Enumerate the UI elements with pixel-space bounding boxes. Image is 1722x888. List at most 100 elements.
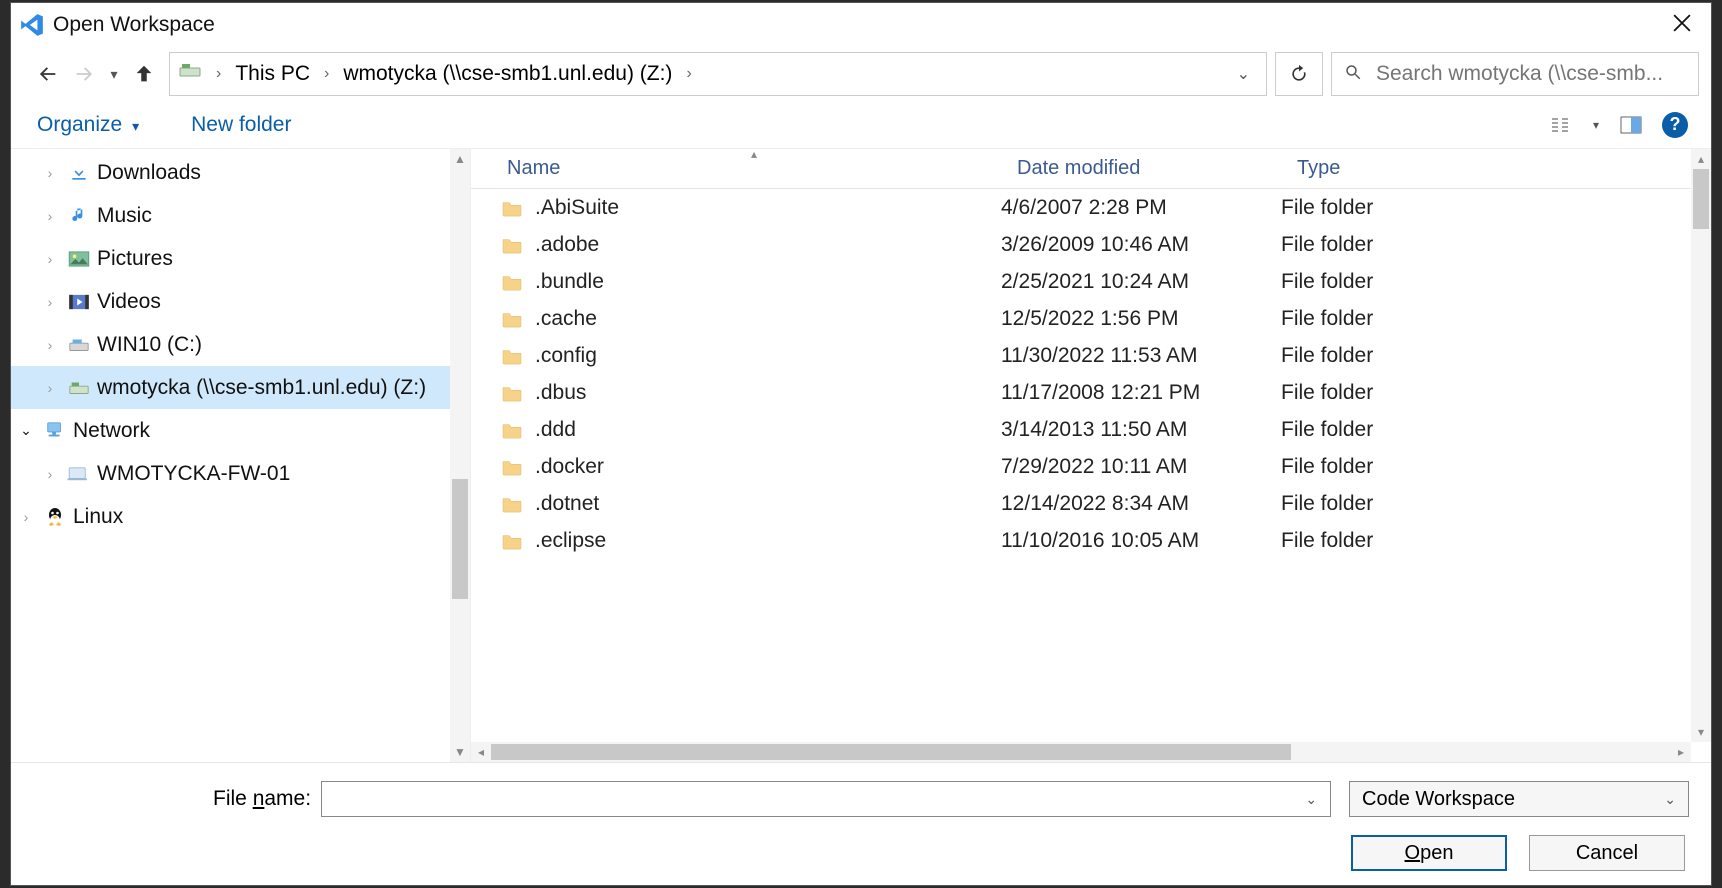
file-row[interactable]: .dotnet12/14/2022 8:34 AMFile folder xyxy=(471,485,1711,522)
file-name: .eclipse xyxy=(535,529,606,553)
file-date: 7/29/2022 10:11 AM xyxy=(1001,455,1281,479)
tree-item-label: Music xyxy=(97,204,152,228)
scroll-right-icon[interactable]: ▸ xyxy=(1671,742,1691,762)
expand-chevron-icon[interactable]: › xyxy=(39,251,61,267)
breadcrumb-chevron-icon[interactable]: › xyxy=(318,61,335,87)
file-type: File folder xyxy=(1281,270,1711,294)
scroll-thumb[interactable] xyxy=(452,479,468,599)
folder-icon xyxy=(501,347,523,365)
scroll-left-icon[interactable]: ◂ xyxy=(471,742,491,762)
scroll-up-icon[interactable]: ▲ xyxy=(450,149,470,169)
file-name: .ddd xyxy=(535,418,576,442)
tree-item-music[interactable]: › Music xyxy=(11,194,470,237)
expand-chevron-icon[interactable]: › xyxy=(39,165,61,181)
preview-pane-button[interactable] xyxy=(1613,107,1649,143)
file-hscrollbar[interactable]: ◂ ▸ xyxy=(471,742,1691,762)
file-row[interactable]: .docker7/29/2022 10:11 AMFile folder xyxy=(471,448,1711,485)
tree-item-videos[interactable]: › Videos xyxy=(11,280,470,323)
file-type: File folder xyxy=(1281,455,1711,479)
search-input[interactable] xyxy=(1376,62,1686,86)
tree-item-label: Downloads xyxy=(97,161,201,185)
filename-input[interactable] xyxy=(330,788,1300,811)
scroll-thumb[interactable] xyxy=(491,744,1291,760)
column-name[interactable]: Name xyxy=(491,157,1001,180)
open-button[interactable]: Open xyxy=(1351,835,1507,871)
breadcrumb-drive[interactable]: wmotycka (\\cse-smb1.unl.edu) (Z:) xyxy=(335,58,680,90)
expand-chevron-icon[interactable]: › xyxy=(39,380,61,396)
downloads-icon xyxy=(65,163,93,183)
scroll-up-icon[interactable]: ▴ xyxy=(1691,149,1711,169)
tree-item-win10-c[interactable]: ›WIN10 (C:) xyxy=(11,323,470,366)
dialog-footer: File name: ⌄ Code Workspace ⌄ Open Cance… xyxy=(11,762,1711,885)
recent-dropdown[interactable]: ▾ xyxy=(103,57,125,91)
expand-chevron-icon[interactable]: › xyxy=(39,208,61,224)
cancel-button[interactable]: Cancel xyxy=(1529,835,1685,871)
file-type: File folder xyxy=(1281,344,1711,368)
tree-item-wmotycka-cse-smb1-unl-edu-z[interactable]: ›wmotycka (\\cse-smb1.unl.edu) (Z:) xyxy=(11,366,470,409)
scroll-down-icon[interactable]: ▾ xyxy=(1691,722,1711,742)
view-dropdown[interactable]: ▾ xyxy=(1587,107,1605,143)
search-box[interactable] xyxy=(1331,52,1699,96)
file-type: File folder xyxy=(1281,381,1711,405)
tree-item-pictures[interactable]: ›Pictures xyxy=(11,237,470,280)
open-workspace-dialog: Open Workspace ▾ › This PC › wmotycka (\… xyxy=(10,2,1712,886)
tree-item-downloads[interactable]: › Downloads xyxy=(11,151,470,194)
help-button[interactable]: ? xyxy=(1657,107,1693,143)
organize-menu[interactable]: Organize ▾ xyxy=(29,107,147,143)
tree-item-label: Videos xyxy=(97,290,161,314)
column-headers: ▴ Name Date modified Type xyxy=(471,149,1711,189)
expand-chevron-icon[interactable]: › xyxy=(39,294,61,310)
folder-icon xyxy=(501,421,523,439)
tree-item-network[interactable]: ⌄ Network xyxy=(11,409,470,452)
column-type[interactable]: Type xyxy=(1281,157,1711,180)
breadcrumb-this-pc[interactable]: This PC xyxy=(227,58,318,90)
file-type: File folder xyxy=(1281,307,1711,331)
sort-indicator-icon: ▴ xyxy=(751,149,757,161)
expand-chevron-icon[interactable]: › xyxy=(15,509,37,525)
expand-chevron-icon[interactable]: › xyxy=(39,337,61,353)
close-button[interactable] xyxy=(1661,6,1703,44)
folder-icon xyxy=(501,199,523,217)
breadcrumb-chevron-icon[interactable]: › xyxy=(680,61,697,87)
expand-chevron-icon[interactable]: ⌄ xyxy=(15,422,37,439)
filename-combobox[interactable]: ⌄ xyxy=(321,781,1331,817)
folder-icon xyxy=(501,273,523,291)
refresh-button[interactable] xyxy=(1275,52,1323,96)
folder-icon xyxy=(501,236,523,254)
filename-label: File name: xyxy=(213,787,311,811)
filename-history-dropdown[interactable]: ⌄ xyxy=(1300,791,1322,808)
tree-item-wmotycka-fw-01[interactable]: ›WMOTYCKA-FW-01 xyxy=(11,452,470,495)
file-vscrollbar[interactable]: ▴ ▾ xyxy=(1691,149,1711,742)
scroll-thumb[interactable] xyxy=(1693,169,1709,229)
file-type-filter[interactable]: Code Workspace ⌄ xyxy=(1349,781,1689,817)
file-row[interactable]: .adobe3/26/2009 10:46 AMFile folder xyxy=(471,226,1711,263)
file-list-pane: ▴ Name Date modified Type .AbiSuite4/6/2… xyxy=(471,149,1711,762)
navigation-bar: ▾ › This PC › wmotycka (\\cse-smb1.unl.e… xyxy=(11,47,1711,101)
organize-label: Organize xyxy=(37,113,122,136)
tree-item-label: Network xyxy=(73,419,150,443)
file-date: 12/14/2022 8:34 AM xyxy=(1001,492,1281,516)
tree-item-linux[interactable]: ›Linux xyxy=(11,495,470,538)
sidebar-scrollbar[interactable]: ▲ ▼ xyxy=(450,149,470,762)
back-button[interactable] xyxy=(31,57,65,91)
address-dropdown[interactable]: ⌄ xyxy=(1225,60,1262,88)
new-folder-button[interactable]: New folder xyxy=(183,107,299,143)
file-row[interactable]: .cache12/5/2022 1:56 PMFile folder xyxy=(471,300,1711,337)
expand-chevron-icon[interactable]: › xyxy=(39,466,61,482)
file-row[interactable]: .config11/30/2022 11:53 AMFile folder xyxy=(471,337,1711,374)
forward-button[interactable] xyxy=(67,57,101,91)
music-icon xyxy=(65,205,93,227)
column-date-modified[interactable]: Date modified xyxy=(1001,157,1281,180)
address-bar[interactable]: › This PC › wmotycka (\\cse-smb1.unl.edu… xyxy=(169,52,1267,96)
scroll-down-icon[interactable]: ▼ xyxy=(450,742,470,762)
up-button[interactable] xyxy=(127,57,161,91)
file-row[interactable]: .eclipse11/10/2016 10:05 AMFile folder xyxy=(471,522,1711,559)
file-row[interactable]: .bundle2/25/2021 10:24 AMFile folder xyxy=(471,263,1711,300)
file-row[interactable]: .dbus11/17/2008 12:21 PMFile folder xyxy=(471,374,1711,411)
dialog-body: ›Downloads›Music›Pictures›Videos›WIN10 (… xyxy=(11,149,1711,762)
file-name: .dbus xyxy=(535,381,586,405)
file-row[interactable]: .ddd3/14/2013 11:50 AMFile folder xyxy=(471,411,1711,448)
address-history-chevron[interactable]: › xyxy=(210,61,227,87)
view-options-button[interactable] xyxy=(1543,107,1579,143)
file-row[interactable]: .AbiSuite4/6/2007 2:28 PMFile folder xyxy=(471,189,1711,226)
